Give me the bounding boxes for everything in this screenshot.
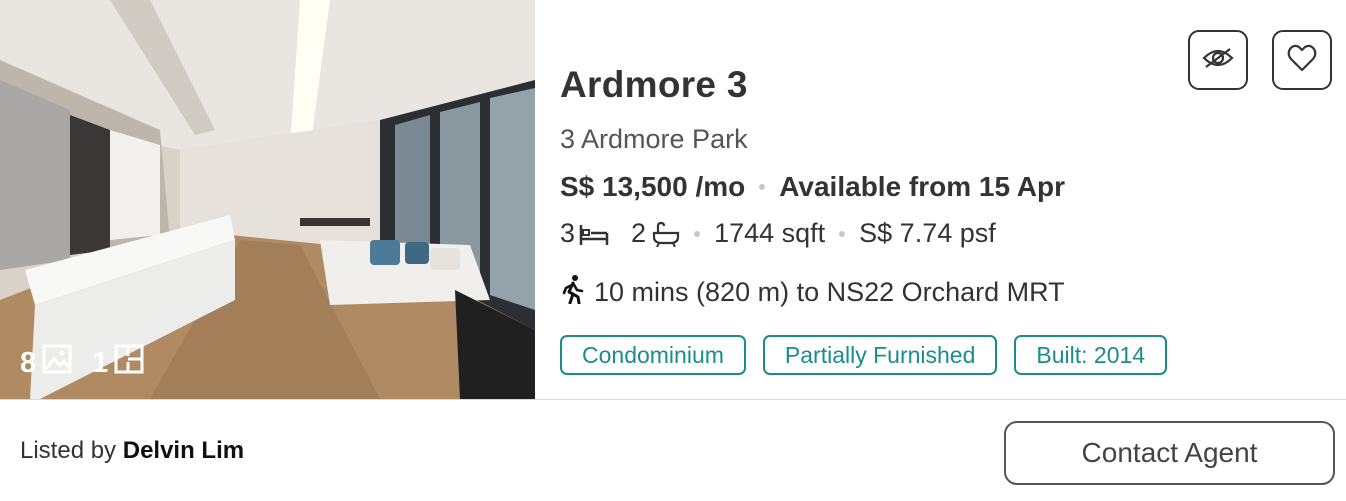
- separator-dot: [694, 230, 701, 237]
- listing-address: 3 Ardmore Park: [560, 124, 748, 154]
- floorplan-count: 1: [92, 346, 109, 379]
- card-divider: [0, 399, 1346, 400]
- listing-photo-image: [0, 0, 535, 399]
- tag-list: Condominium Partially Furnished Built: 2…: [560, 335, 1168, 375]
- tag-furnishing: Partially Furnished: [762, 335, 998, 375]
- favourite-button[interactable]: [1272, 30, 1332, 90]
- media-counts: 8 1: [20, 344, 144, 382]
- photo-count-group: 8: [20, 344, 72, 382]
- spec-row: 3 2 1744 sqft S$ 7.74 psf: [560, 218, 996, 249]
- tag-property-type: Condominium: [560, 335, 746, 375]
- contact-agent-button[interactable]: Contact Agent: [1004, 421, 1335, 485]
- mrt-distance: 10 mins (820 m) to NS22 Orchard MRT: [594, 277, 1065, 307]
- listing-title[interactable]: Ardmore 3: [560, 64, 748, 106]
- heart-icon: [1287, 44, 1317, 77]
- availability: Available from 15 Apr: [779, 171, 1066, 202]
- photo-count: 8: [20, 346, 37, 379]
- separator-dot: [839, 230, 846, 237]
- listed-by-prefix: Listed by: [20, 437, 117, 464]
- floorplan-icon: [114, 344, 144, 382]
- eye-off-icon: [1202, 46, 1234, 75]
- bedroom-count: 3: [560, 218, 576, 248]
- price-row: S$ 13,500 /mo Available from 15 Apr: [560, 171, 1065, 203]
- hide-listing-button[interactable]: [1188, 30, 1248, 90]
- agent-name[interactable]: Delvin Lim: [123, 437, 244, 464]
- listing-photo[interactable]: 8 1: [0, 0, 535, 399]
- walk-icon: [560, 274, 586, 311]
- price-psf: S$ 7.74 psf: [859, 218, 996, 248]
- floorplan-count-group: 1: [92, 344, 144, 382]
- mrt-row: 10 mins (820 m) to NS22 Orchard MRT: [560, 274, 1065, 311]
- floor-area: 1744 sqft: [714, 218, 826, 248]
- listed-by: Listed by Delvin Lim: [20, 437, 244, 465]
- separator-dot: [759, 184, 766, 190]
- bathroom-count: 2: [631, 218, 647, 248]
- image-icon: [42, 344, 72, 382]
- bath-icon: [650, 221, 680, 247]
- bed-icon: [579, 221, 609, 247]
- tag-built-year: Built: 2014: [1014, 335, 1168, 375]
- listing-price: S$ 13,500 /mo: [560, 171, 746, 202]
